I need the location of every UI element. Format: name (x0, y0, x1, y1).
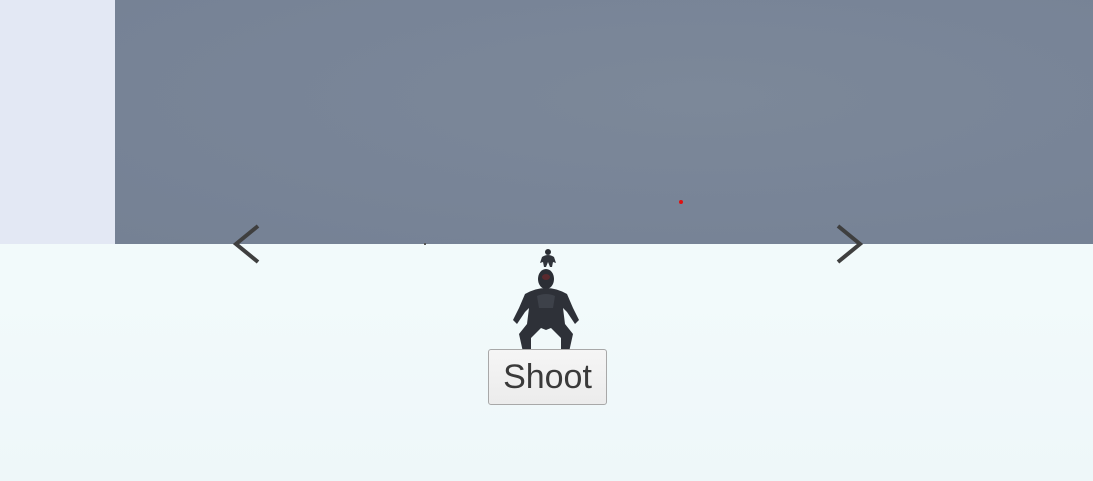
chevron-left-icon (232, 224, 260, 264)
crosshair-dot (679, 200, 683, 204)
move-right-button[interactable] (830, 222, 870, 266)
wall-backdrop (115, 0, 1093, 244)
sky-background (0, 0, 115, 244)
move-left-button[interactable] (226, 222, 266, 266)
ground-speck (424, 243, 426, 245)
player-character (503, 268, 589, 352)
game-viewport: Shoot (0, 0, 1093, 481)
chevron-right-icon (836, 224, 864, 264)
distant-character (536, 247, 560, 269)
shoot-button[interactable]: Shoot (488, 349, 607, 405)
